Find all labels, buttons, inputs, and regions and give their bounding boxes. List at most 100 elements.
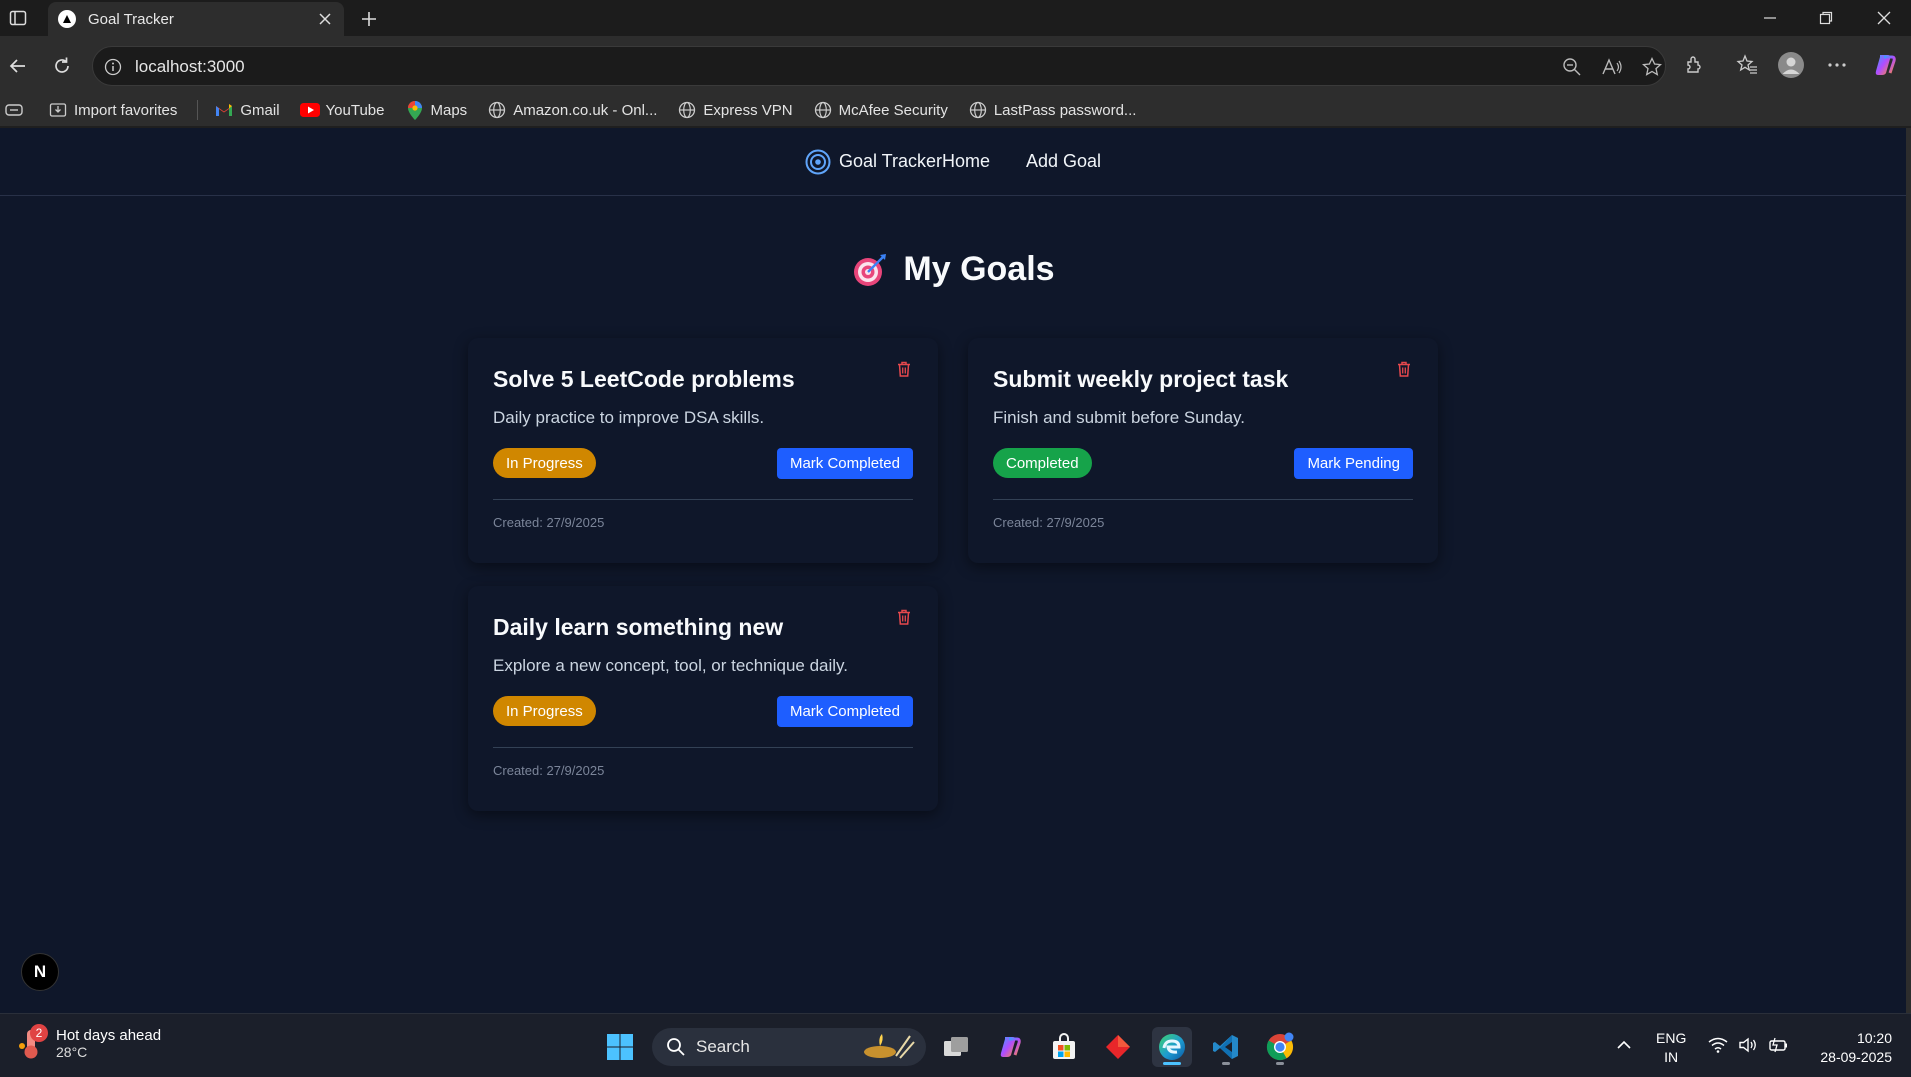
page-heading: My Goals xyxy=(0,250,1906,289)
bookmark-separator xyxy=(197,100,199,120)
mark-completed-button[interactable]: Mark Completed xyxy=(776,448,913,479)
close-window-icon[interactable] xyxy=(1870,6,1898,30)
weather-widget[interactable]: 2 Hot days ahead 28°C xyxy=(16,1024,161,1060)
bookmark-import-favorites[interactable]: Import favorites xyxy=(48,100,177,120)
battery-charging-icon[interactable] xyxy=(1766,1030,1790,1060)
bookmark-lastpass[interactable]: LastPass password... xyxy=(968,100,1137,120)
mark-completed-button[interactable]: Mark Completed xyxy=(776,696,913,727)
windows-start-icon[interactable] xyxy=(600,1027,640,1067)
dart-target-icon xyxy=(851,251,889,289)
url-text: localhost:3000 xyxy=(135,57,245,76)
nav-home-link[interactable]: Home xyxy=(942,151,990,172)
globe-icon xyxy=(487,100,507,120)
nav-add-goal-link[interactable]: Add Goal xyxy=(1026,151,1101,172)
read-aloud-icon[interactable] xyxy=(1601,56,1623,78)
target-icon xyxy=(805,149,831,175)
weather-temperature: 28°C xyxy=(56,1043,88,1060)
browser-tab[interactable]: Goal Tracker xyxy=(48,2,344,36)
bookmark-gmail[interactable]: Gmail xyxy=(214,100,280,120)
goal-description: Explore a new concept, tool, or techniqu… xyxy=(493,656,849,675)
app-navbar: Goal Tracker Home Add Goal xyxy=(0,128,1906,196)
created-date: Created: 27/9/2025 xyxy=(493,763,605,778)
restore-icon[interactable] xyxy=(1812,6,1840,30)
bookmark-express-vpn[interactable]: Express VPN xyxy=(677,100,793,120)
maps-icon xyxy=(405,100,425,120)
mark-pending-button[interactable]: Mark Pending xyxy=(1294,448,1413,479)
vscode-icon[interactable] xyxy=(1206,1027,1246,1067)
edge-browser-icon[interactable] xyxy=(1152,1027,1192,1067)
nextjs-dev-badge[interactable]: N xyxy=(21,953,59,991)
bookmark-youtube[interactable]: YouTube xyxy=(299,100,385,120)
globe-icon xyxy=(677,100,697,120)
address-bar[interactable]: localhost:3000 xyxy=(92,46,1666,86)
running-indicator xyxy=(1276,1062,1284,1065)
language-code: ENG xyxy=(1656,1030,1687,1046)
globe-icon xyxy=(813,100,833,120)
clock-date: 28-09-2025 xyxy=(1820,1049,1892,1065)
search-icon xyxy=(667,1038,685,1056)
card-divider xyxy=(493,747,913,748)
favorite-star-icon[interactable] xyxy=(1641,56,1663,78)
minimize-icon[interactable] xyxy=(1756,6,1784,30)
nextjs-favicon-icon xyxy=(58,10,76,28)
delete-trash-icon[interactable] xyxy=(895,608,913,626)
bookmark-label: YouTube xyxy=(325,101,385,119)
language-indicator[interactable]: ENG IN xyxy=(1656,1029,1686,1067)
bookmark-mcafee[interactable]: McAfee Security xyxy=(813,100,948,120)
show-hidden-icons-chevron-icon[interactable] xyxy=(1614,1030,1634,1060)
brand[interactable]: Goal Tracker Home xyxy=(805,149,990,175)
bookmark-label: LastPass password... xyxy=(993,101,1137,119)
microsoft-store-icon[interactable] xyxy=(1044,1027,1084,1067)
goal-description: Daily practice to improve DSA skills. xyxy=(493,408,765,427)
bookmark-amazon[interactable]: Amazon.co.uk - Onl... xyxy=(487,100,657,120)
page-scroll-gutter xyxy=(1906,128,1911,1013)
profile-avatar-icon[interactable] xyxy=(1776,50,1806,80)
new-tab-icon[interactable] xyxy=(356,6,382,32)
copilot-app-icon[interactable] xyxy=(990,1027,1030,1067)
clock-time: 10:20 xyxy=(1856,1030,1892,1046)
zoom-out-icon[interactable] xyxy=(1561,56,1583,78)
bookmark-label: Express VPN xyxy=(703,101,793,119)
gmail-icon xyxy=(214,100,234,120)
goal-title: Solve 5 LeetCode problems xyxy=(493,366,795,392)
extensions-icon[interactable] xyxy=(1680,50,1710,80)
more-options-icon[interactable] xyxy=(1822,50,1852,80)
running-indicator xyxy=(1222,1062,1230,1065)
site-info-icon[interactable] xyxy=(103,57,123,77)
search-label: Search xyxy=(696,1037,750,1056)
bookmark-label: Gmail xyxy=(240,101,280,119)
task-view-icon[interactable] xyxy=(936,1027,976,1067)
delete-trash-icon[interactable] xyxy=(1395,360,1413,378)
windows-taskbar: 2 Hot days ahead 28°C Search ENG IN 10:2… xyxy=(0,1013,1911,1077)
address-toolbar: localhost:3000 xyxy=(0,36,1911,94)
diya-decoration-icon xyxy=(864,1034,915,1059)
favorites-icon[interactable] xyxy=(1732,50,1762,80)
system-clock[interactable]: 10:20 28-09-2025 xyxy=(1806,1029,1892,1067)
back-icon[interactable] xyxy=(4,52,32,80)
created-date: Created: 27/9/2025 xyxy=(993,515,1105,530)
refresh-icon[interactable] xyxy=(48,52,76,80)
wifi-icon[interactable] xyxy=(1706,1030,1730,1060)
browser-tab-bar: Goal Tracker xyxy=(0,0,1911,36)
goal-card: Daily learn something new Explore a new … xyxy=(468,586,938,811)
tab-actions-icon[interactable] xyxy=(6,6,30,30)
weather-alert-badge: 2 xyxy=(30,1024,48,1042)
goal-title: Submit weekly project task xyxy=(993,366,1289,392)
bookmarks-bar: Import favorites Gmail YouTube Maps Amaz… xyxy=(0,94,1911,126)
bookmarks-sidebar-icon[interactable] xyxy=(4,100,30,120)
close-tab-icon[interactable] xyxy=(316,10,334,28)
copilot-icon[interactable] xyxy=(1870,50,1900,80)
volume-icon[interactable] xyxy=(1736,1030,1760,1060)
thermometer-icon: 2 xyxy=(16,1024,50,1060)
chrome-icon[interactable] xyxy=(1260,1027,1300,1067)
bookmark-label: McAfee Security xyxy=(838,101,948,119)
delete-trash-icon[interactable] xyxy=(895,360,913,378)
goal-title: Daily learn something new xyxy=(493,614,784,640)
goal-card: Submit weekly project task Finish and su… xyxy=(968,338,1438,563)
red-diamond-app-icon[interactable] xyxy=(1098,1027,1138,1067)
bookmark-maps[interactable]: Maps xyxy=(405,100,467,120)
bookmark-label: Amazon.co.uk - Onl... xyxy=(513,101,658,119)
created-date: Created: 27/9/2025 xyxy=(493,515,605,530)
goal-description: Finish and submit before Sunday. xyxy=(993,408,1245,427)
taskbar-search[interactable]: Search xyxy=(652,1028,926,1066)
